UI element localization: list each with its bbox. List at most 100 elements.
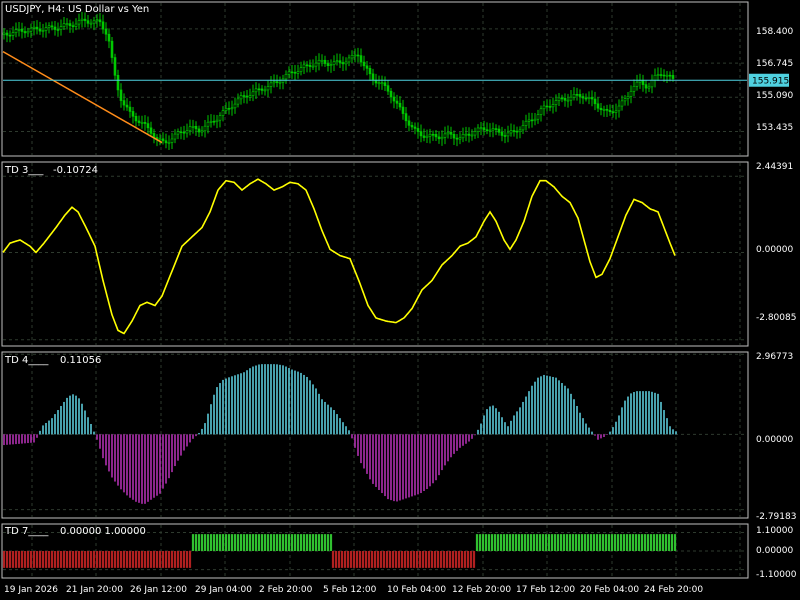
candle-body — [5, 32, 9, 36]
candle-body — [668, 74, 672, 77]
candle-body — [221, 110, 225, 116]
candle-body — [500, 132, 504, 136]
td7-value: 0.00000 1.00000 — [60, 526, 146, 537]
candle-body — [263, 89, 267, 92]
candle-body — [482, 127, 486, 130]
candle-body — [194, 125, 198, 130]
candle-body — [332, 61, 336, 65]
candle-body — [440, 136, 444, 140]
candle-body — [287, 71, 291, 75]
candle-body — [326, 63, 330, 66]
td4-tick: 2.96773 — [756, 352, 793, 362]
candle-body — [506, 132, 510, 137]
candle-body — [665, 74, 669, 77]
candle-body — [446, 131, 450, 135]
candle-body — [407, 120, 411, 126]
candle-body — [659, 74, 663, 76]
candle-body — [56, 29, 60, 31]
candle-body — [563, 97, 567, 101]
candle-body — [62, 23, 66, 27]
candle-body — [524, 120, 528, 126]
candle-body — [494, 128, 498, 130]
candle-body — [140, 122, 144, 124]
chart-window[interactable]: USDJPY, H4: US Dollar vs Yen TD 3___ -0.… — [0, 0, 800, 600]
candle-body — [512, 130, 516, 132]
candle-body — [185, 130, 189, 134]
candle-body — [416, 128, 420, 132]
candle-body — [80, 18, 84, 21]
td4-label: TD 4____ — [4, 355, 49, 366]
candle-body — [344, 61, 348, 65]
candle-body — [290, 71, 294, 74]
candle-body — [590, 97, 594, 100]
td4-tick: 0.00000 — [756, 435, 793, 445]
candle-body — [425, 135, 429, 138]
x-tick: 29 Jan 04:00 — [195, 585, 252, 595]
candle-body — [8, 34, 12, 37]
candle-body — [617, 105, 621, 112]
candle-body — [560, 97, 564, 100]
candle-body — [23, 31, 27, 34]
td4-tick: -2.79183 — [756, 512, 796, 522]
candle-body — [443, 133, 447, 138]
candle-body — [137, 120, 141, 123]
candle-body — [146, 123, 150, 129]
x-axis: 19 Jan 2026 21 Jan 20:00 26 Jan 12:00 29… — [4, 585, 703, 595]
candle-body — [41, 30, 45, 32]
candle-body — [542, 105, 546, 110]
candle-body — [548, 106, 552, 108]
candle-body — [389, 90, 393, 98]
price-tick: 153.435 — [756, 123, 793, 133]
candle-body — [401, 106, 405, 114]
candle-body — [593, 98, 597, 105]
candle-body — [452, 134, 456, 139]
candle-body — [392, 96, 396, 102]
candle-body — [215, 119, 219, 122]
candle-body — [29, 27, 33, 32]
candle-body — [92, 20, 96, 24]
candle-body — [329, 64, 333, 66]
candle-body — [176, 131, 180, 135]
candle-body — [599, 107, 603, 111]
candle-body — [125, 104, 129, 108]
candle-body — [305, 64, 309, 67]
candle-body — [602, 109, 606, 111]
candle-body — [338, 60, 342, 63]
candle-body — [539, 108, 543, 115]
td7-label: TD 7____ — [4, 526, 49, 537]
candle-body — [2, 32, 6, 35]
candle-body — [59, 26, 63, 30]
candle-body — [335, 60, 339, 63]
candle-body — [101, 21, 105, 30]
candle-body — [203, 125, 207, 132]
td7-tick: 0.00000 — [756, 546, 793, 556]
candle-body — [566, 99, 570, 102]
symbol-title: USDJPY, H4: US Dollar vs Yen — [5, 4, 149, 15]
candle-body — [551, 104, 555, 108]
price-tick: 158.400 — [756, 27, 793, 37]
candle-body — [479, 127, 483, 129]
candle-body — [170, 138, 174, 143]
candle-body — [158, 138, 162, 141]
candle-body — [383, 82, 387, 86]
candle-body — [119, 89, 123, 101]
candle-body — [353, 54, 357, 57]
candle-body — [413, 126, 417, 129]
candle-body — [536, 114, 540, 120]
candle-body — [122, 100, 126, 106]
candle-body — [320, 59, 324, 62]
candle-body — [467, 133, 471, 136]
candle-body — [419, 131, 423, 137]
candle-body — [323, 59, 327, 64]
candle-body — [650, 79, 654, 88]
candle-body — [212, 120, 216, 123]
candle-body — [386, 85, 390, 92]
chart-canvas[interactable]: USDJPY, H4: US Dollar vs Yen TD 3___ -0.… — [0, 0, 800, 600]
candle-body — [653, 74, 657, 81]
candle-body — [191, 125, 195, 128]
candle-body — [77, 20, 81, 25]
candle-body — [254, 88, 258, 93]
td3-label: TD 3___ — [4, 165, 44, 176]
candle-body — [218, 115, 222, 121]
candle-body — [284, 74, 288, 80]
